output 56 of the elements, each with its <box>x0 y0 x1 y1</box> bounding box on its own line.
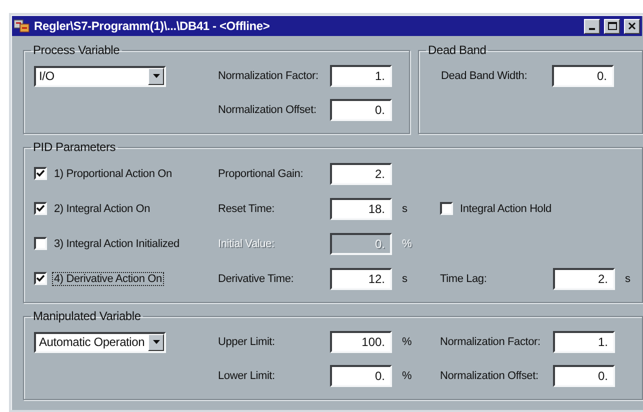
caret-icon <box>152 340 160 344</box>
checkbox-label[interactable]: 3) Integral Action Initialized <box>53 238 180 250</box>
group-title: Process Variable <box>32 43 121 57</box>
close-icon <box>628 22 636 30</box>
group-title: Dead Band <box>427 43 488 57</box>
dropdown[interactable]: I/O <box>34 66 166 86</box>
text-field[interactable]: 1. <box>330 65 392 87</box>
window-title: Regler\S7-Programm(1)\...\DB41 - <Offline> <box>34 19 271 33</box>
text-field[interactable]: 1. <box>553 331 615 353</box>
field-label: Dead Band Width: <box>441 70 528 82</box>
unit-label: s <box>625 272 630 284</box>
maximize-icon <box>608 22 616 30</box>
group-title: PID Parameters <box>32 140 117 154</box>
field-label: Normalization Factor: <box>440 336 542 348</box>
dropdown-button[interactable] <box>148 334 164 350</box>
field-label: Upper Limit: <box>218 336 276 348</box>
dropdown-button[interactable] <box>148 68 164 84</box>
text-field[interactable]: 2. <box>553 268 615 290</box>
group-title: Manipulated Variable <box>32 309 142 323</box>
checkbox-label[interactable]: 2) Integral Action On <box>53 202 152 214</box>
text-field[interactable]: 0. <box>330 365 392 387</box>
checkbox-label[interactable]: Integral Action Hold <box>459 202 552 214</box>
dropdown[interactable]: Automatic Operation <box>34 332 166 352</box>
app-icon <box>14 19 30 33</box>
checkbox[interactable] <box>34 202 47 215</box>
text-field[interactable]: 0. <box>553 365 615 387</box>
caret-icon <box>152 74 160 78</box>
text-field[interactable]: 0. <box>330 99 392 121</box>
text-field[interactable]: 0. <box>552 65 614 87</box>
checkbox[interactable] <box>440 202 453 215</box>
field-label: Normalization Factor: <box>218 70 320 82</box>
unit-label: % <box>402 336 412 348</box>
unit-label: % <box>402 238 412 250</box>
text-field[interactable]: 12. <box>330 268 392 290</box>
field-label: Normalization Offset: <box>440 370 540 382</box>
text-field[interactable]: 18. <box>330 198 392 220</box>
text-field[interactable]: 100. <box>330 331 392 353</box>
maximize-button[interactable] <box>604 18 620 34</box>
field-label: Reset Time: <box>218 202 276 214</box>
unit-label: % <box>402 370 412 382</box>
checkbox[interactable] <box>34 237 47 250</box>
checkbox-label[interactable]: 1) Proportional Action On <box>53 168 173 180</box>
text-field[interactable]: 2. <box>330 162 392 184</box>
checkbox-label[interactable]: 4) Derivative Action On <box>53 272 163 284</box>
close-button[interactable] <box>624 18 640 34</box>
field-label: Proportional Gain: <box>218 168 304 180</box>
checkbox[interactable] <box>34 167 47 180</box>
field-label: Time Lag: <box>440 272 488 284</box>
unit-label: s <box>402 202 408 214</box>
field-label: Lower Limit: <box>218 370 276 382</box>
unit-label: s <box>402 272 408 284</box>
field-label: Normalization Offset: <box>218 104 318 116</box>
field-label: Initial Value: <box>218 238 276 250</box>
minimize-button[interactable] <box>584 18 600 34</box>
field-label: Derivative Time: <box>218 272 295 284</box>
checkbox[interactable] <box>34 272 47 285</box>
